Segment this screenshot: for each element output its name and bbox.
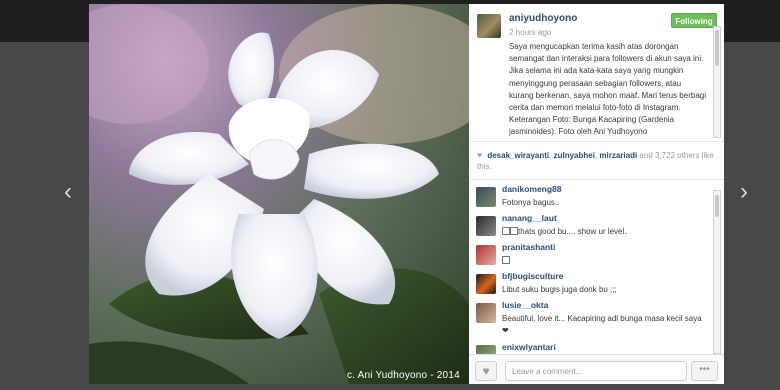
comments-scrollbar[interactable] [713, 190, 721, 354]
list-item: enixwlyantari [469, 342, 712, 354]
avatar[interactable] [476, 274, 496, 294]
heart-icon: ♥ [477, 150, 483, 160]
comment-username[interactable]: enixwlyantari [502, 342, 556, 352]
likes-summary: ♥ desak_wirayanti, zulnyabhei, mirzariadi… [469, 144, 724, 180]
avatar[interactable] [476, 345, 496, 354]
avatar[interactable] [476, 216, 496, 236]
list-item: bfjbugisculture Libut suku bugis juga do… [469, 271, 712, 301]
comment-username[interactable]: danikomeng88 [502, 184, 562, 194]
comment-username[interactable]: pranitashanti [502, 242, 555, 252]
more-options-button[interactable]: ••• [691, 361, 718, 381]
post-username[interactable]: aniyudhoyono [509, 13, 577, 24]
list-item: lusie__okta Beautiful, love it... Kacapi… [469, 300, 712, 335]
list-item: danikomeng88 Fotonya bagus.. [469, 184, 712, 214]
comment-text: thats good bu.... show ur level. [502, 226, 707, 238]
avatar[interactable] [476, 245, 496, 265]
photo-credit: c. Ani Yudhoyono - 2014 [347, 370, 460, 381]
heart-icon[interactable]: ♥ [475, 361, 497, 381]
post-caption: Saya mengucapkan terima kasih atas doron… [509, 42, 706, 137]
comments-list: danikomeng88 Fotonya bagus.. nanang__lau… [469, 182, 712, 354]
post-photo: c. Ani Yudhoyono - 2014 [89, 4, 469, 384]
comment-text [502, 255, 707, 267]
comment-username[interactable]: bfjbugisculture [502, 271, 563, 281]
comment-username[interactable]: nanang__laut [502, 213, 557, 223]
list-item: pranitashanti [469, 242, 712, 272]
photo-modal: c. Ani Yudhoyono - 2014 aniyudhoyono 2 h… [89, 4, 724, 384]
post-sidebar: aniyudhoyono 2 hours ago Following Saya … [469, 4, 724, 384]
chevron-right-icon[interactable]: › [734, 178, 754, 206]
liker-name[interactable]: zulnyabhei [554, 151, 595, 160]
avatar[interactable] [477, 14, 501, 38]
post-header: aniyudhoyono 2 hours ago Following Saya … [469, 4, 724, 142]
gardenia-flower-image [89, 4, 469, 384]
chevron-left-icon[interactable]: ‹ [58, 178, 78, 206]
post-footer: ♥ ••• [469, 354, 724, 384]
comment-text: Libut suku bugis juga donk bu ;;; [502, 285, 617, 294]
liker-name[interactable]: mirzariadi [599, 151, 637, 160]
comment-username[interactable]: lusie__okta [502, 300, 548, 310]
caption-scrollbar[interactable] [713, 26, 721, 138]
liker-name[interactable]: desak_wirayanti [487, 151, 549, 160]
following-button[interactable]: Following [671, 13, 717, 28]
likes-count[interactable]: 3,722 [655, 151, 675, 160]
list-item: nanang__laut thats good bu.... show ur l… [469, 213, 712, 243]
avatar[interactable] [476, 187, 496, 207]
comment-input[interactable] [505, 361, 687, 381]
comment-text: Fotonya bagus.. [502, 198, 560, 207]
avatar[interactable] [476, 303, 496, 323]
comment-text: Beautiful, love it... Kacapiring adl bun… [502, 314, 702, 335]
post-timestamp: 2 hours ago [509, 28, 552, 37]
